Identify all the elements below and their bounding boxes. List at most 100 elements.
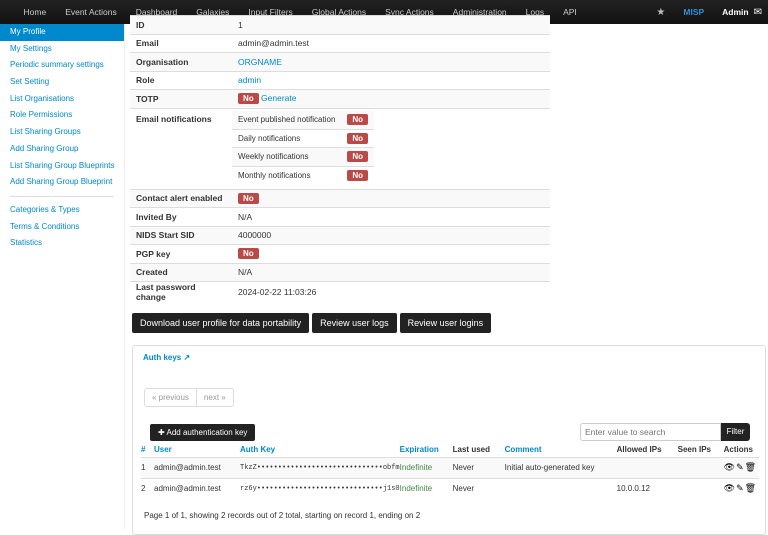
auth-keys-panel: Auth keys ↗ « previous next » ✚ Add auth… (132, 345, 766, 535)
sidebar-item-periodic-summary[interactable]: Periodic summary settings (0, 57, 124, 74)
sidebar-item-statistics[interactable]: Statistics (0, 235, 124, 252)
created: N/A (232, 262, 550, 282)
sidebar-item-list-organisations[interactable]: List Organisations (0, 91, 124, 108)
table-row: 1 admin@admin.test TkzZ•••••••••••••••••… (141, 456, 759, 478)
nav-home[interactable]: Home (14, 7, 56, 17)
row-comment: Initial auto-generated key (504, 456, 617, 478)
auth-keys-table: # User Auth Key Expiration Last used Com… (141, 443, 759, 499)
row-expiration: Indefinite (399, 477, 453, 499)
label: Role (130, 70, 232, 90)
row-comment (504, 477, 617, 499)
col-user[interactable]: User (154, 443, 240, 457)
row-user: admin@admin.test (154, 477, 240, 499)
generate-totp-link[interactable]: Generate (261, 93, 296, 103)
row-seen-ips (677, 456, 724, 478)
user-email: admin@admin.test (232, 33, 550, 53)
col-actions: Actions (723, 445, 753, 455)
row-seen-ips (677, 477, 724, 499)
main-content: ID 1 Email admin@admin.test Organisation OR… (130, 15, 550, 333)
add-auth-key-label: Add authentication key (166, 428, 248, 437)
edit-icon[interactable]: ✎ (736, 483, 745, 493)
totp-badge: No (238, 93, 259, 105)
user-id: 1 (232, 15, 550, 34)
row-auth-key: TkzZ••••••••••••••••••••••••••••••obfm (240, 456, 400, 478)
organisation-link[interactable]: ORGNAME (238, 57, 282, 67)
nav-event-actions[interactable]: Event Actions (56, 7, 127, 17)
label: PGP key (130, 244, 232, 263)
notif-badge: No (347, 114, 369, 125)
row-id: 1 (141, 456, 154, 478)
row-user: admin@admin.test (154, 456, 240, 478)
pagination: « previous next » (144, 388, 234, 407)
sidebar-item-add-blueprint[interactable]: Add Sharing Group Blueprint (0, 174, 124, 191)
profile-table: ID 1 Email admin@admin.test Organisation OR… (130, 15, 550, 302)
notif-label: Event published notification (232, 110, 342, 129)
last-password-change: 2024-02-22 11:03:26 (232, 281, 550, 302)
sidebar-item-my-profile[interactable]: My Profile (0, 24, 124, 41)
invited-by: N/A (232, 207, 550, 226)
download-profile-button[interactable]: Download user profile for data portabili… (132, 313, 310, 333)
external-link-icon[interactable]: ↗ (183, 353, 190, 362)
previous-page[interactable]: « previous (145, 389, 196, 406)
label: Email (130, 33, 232, 53)
review-logs-button[interactable]: Review user logs (312, 313, 397, 333)
row-auth-key: rz6y••••••••••••••••••••••••••••••j1s0 (240, 477, 400, 499)
sidebar-item-list-blueprints[interactable]: List Sharing Group Blueprints (0, 158, 124, 175)
notif-badge: No (347, 151, 369, 163)
filter-button[interactable]: Filter (721, 423, 750, 441)
row-last-used: Never (452, 456, 505, 478)
label: ID (130, 15, 232, 34)
row-last-used: Never (452, 477, 505, 499)
notif-badge: No (347, 170, 369, 181)
auth-keys-link[interactable]: Auth keys (143, 353, 181, 362)
label: Last password change (130, 281, 232, 302)
sidebar-item-list-sharing-groups[interactable]: List Sharing Groups (0, 124, 124, 141)
sidebar-item-terms[interactable]: Terms & Conditions (0, 219, 124, 236)
trash-icon[interactable]: 🗑 (745, 462, 757, 472)
trash-icon[interactable]: 🗑 (745, 483, 757, 493)
notifications-table: Event published notification No Daily not… (232, 110, 375, 185)
sidebar-item-role-permissions[interactable]: Role Permissions (0, 107, 124, 124)
col-comment[interactable]: Comment (505, 443, 617, 457)
label: NIDS Start SID (130, 225, 232, 245)
pagination-summary: Page 1 of 1, showing 2 records out of 2 … (144, 511, 421, 520)
view-icon[interactable]: 👁 (724, 483, 736, 493)
label: Created (130, 262, 232, 282)
col-seen-ips: Seen IPs (677, 445, 711, 455)
edit-icon[interactable]: ✎ (736, 462, 745, 472)
pgp-badge: No (238, 248, 259, 260)
envelope-icon[interactable]: ✉ (754, 7, 762, 18)
col-expiration[interactable]: Expiration (400, 443, 453, 457)
add-auth-key-button[interactable]: ✚ Add authentication key (150, 424, 256, 441)
notif-label: Monthly notifications (232, 165, 342, 185)
row-allowed-ips (616, 456, 678, 478)
sidebar-divider (10, 195, 114, 197)
row-id: 2 (141, 477, 154, 499)
notif-badge: No (347, 132, 369, 144)
sidebar: My Profile My Settings Periodic summary … (0, 24, 125, 529)
brand-link[interactable]: MISP (683, 7, 704, 17)
contact-alert-badge: No (238, 192, 259, 204)
sidebar-item-my-settings[interactable]: My Settings (0, 41, 124, 58)
sidebar-item-categories-types[interactable]: Categories & Types (0, 202, 124, 219)
sidebar-item-add-sharing-group[interactable]: Add Sharing Group (0, 141, 124, 158)
label: Organisation (130, 52, 232, 71)
row-allowed-ips: 10.0.0.12 (616, 477, 678, 499)
row-expiration: Indefinite (399, 456, 453, 478)
next-page[interactable]: next » (195, 389, 233, 406)
col-auth-key[interactable]: Auth Key (240, 443, 400, 457)
search-input[interactable] (580, 423, 721, 441)
nav-api[interactable]: API (554, 7, 587, 17)
label: Contact alert enabled (130, 188, 232, 208)
star-icon[interactable]: ★ (656, 7, 665, 18)
col-id[interactable]: # (141, 443, 154, 457)
review-logins-button[interactable]: Review user logins (399, 313, 492, 333)
col-allowed-ips: Allowed IPs (616, 445, 662, 455)
sidebar-item-set-setting[interactable]: Set Setting (0, 74, 124, 91)
label: Invited By (130, 207, 232, 226)
view-icon[interactable]: 👁 (724, 462, 736, 472)
col-last-used: Last used (452, 445, 490, 455)
label: Email notifications (130, 107, 232, 189)
role-link[interactable]: admin (238, 75, 261, 85)
user-menu[interactable]: Admin (722, 7, 748, 17)
